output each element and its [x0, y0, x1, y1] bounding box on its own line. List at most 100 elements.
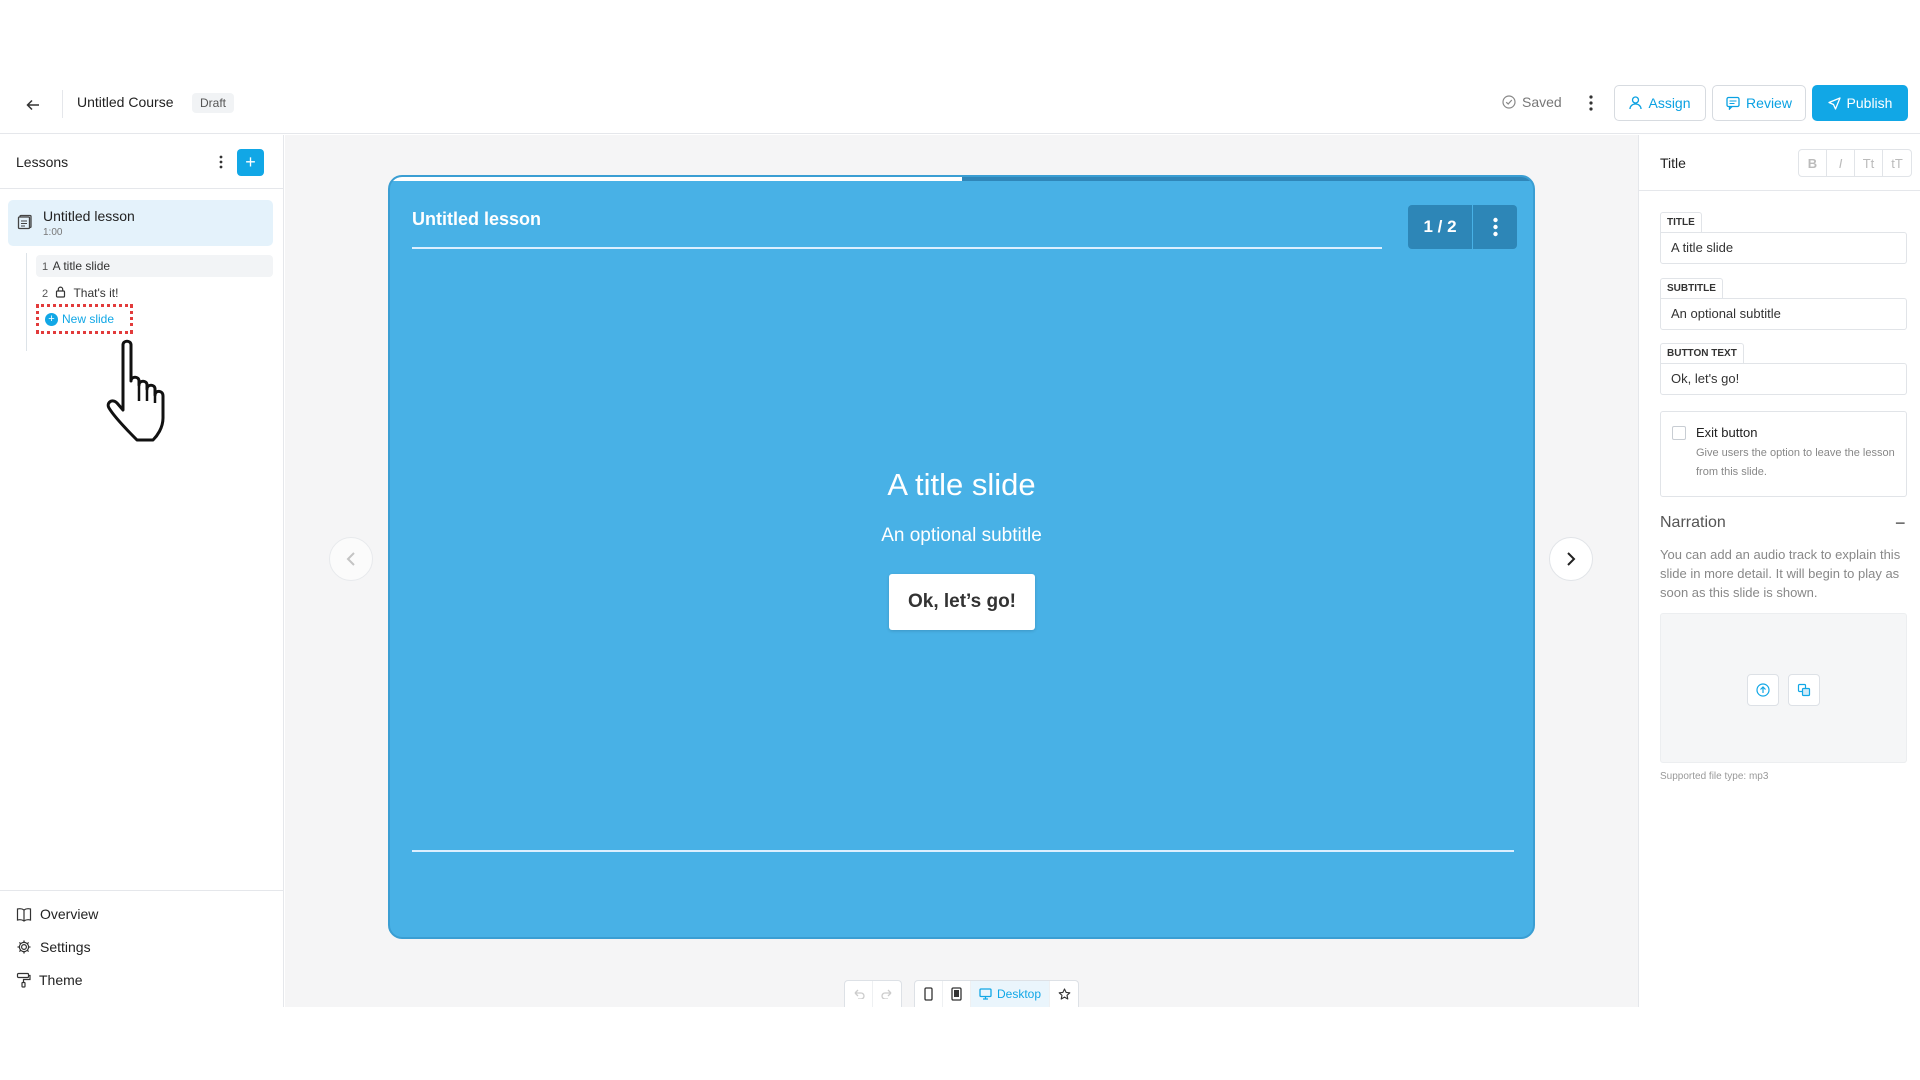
lock-icon: [56, 286, 66, 298]
panel-header: Title B I Tt tT: [1639, 135, 1920, 191]
assign-label: Assign: [1648, 95, 1691, 111]
slide-top-divider: [412, 247, 1382, 249]
library-icon: [1797, 683, 1811, 697]
exit-button-checkbox[interactable]: [1672, 426, 1686, 440]
add-lesson-button[interactable]: +: [237, 149, 264, 176]
slide-label: A title slide: [52, 259, 111, 273]
bold-button[interactable]: B: [1799, 150, 1827, 176]
star-icon[interactable]: [1050, 981, 1078, 1007]
new-slide-button[interactable]: + New slide: [36, 304, 133, 334]
properties-panel: Title B I Tt tT TITLE A title slide SUBT…: [1638, 135, 1920, 1007]
more-options-icon[interactable]: [1582, 90, 1600, 116]
lessons-header: Lessons +: [0, 135, 283, 189]
redo-icon[interactable]: [873, 981, 901, 1007]
slide-item[interactable]: 1 A title slide: [36, 255, 273, 277]
send-icon: [1827, 96, 1841, 110]
slide-heading[interactable]: A title slide: [390, 467, 1533, 503]
slide-start-button[interactable]: Ok, let’s go!: [889, 574, 1035, 630]
button-text-field-label: BUTTON TEXT: [1660, 343, 1744, 363]
lesson-item[interactable]: Untitled lesson 1:00: [8, 200, 273, 246]
back-arrow-icon[interactable]: [20, 92, 46, 118]
lesson-icon: [17, 214, 32, 230]
slide-menu-icon[interactable]: [1473, 205, 1517, 249]
lesson-duration: 1:00: [43, 227, 63, 238]
supported-file-types: Supported file type: mp3: [1660, 771, 1769, 782]
plus-circle-icon: +: [45, 312, 58, 326]
saved-status: Saved: [1502, 94, 1562, 110]
next-slide-button[interactable]: [1549, 537, 1593, 581]
title-input[interactable]: A title slide: [1660, 232, 1907, 264]
review-button[interactable]: Review: [1712, 85, 1806, 121]
publish-label: Publish: [1846, 95, 1893, 111]
gear-icon: [17, 940, 31, 954]
history-group: [844, 980, 902, 1007]
course-editor: Untitled Course Draft Saved Assign Revie…: [0, 0, 1920, 1080]
tablet-icon[interactable]: [943, 981, 971, 1007]
chevron-left-icon: [346, 552, 355, 566]
button-text-input[interactable]: Ok, let's go!: [1660, 363, 1907, 395]
slides-connector: [26, 253, 27, 351]
slide-progress: [390, 177, 1533, 181]
button-text-field: BUTTON TEXT Ok, let's go!: [1660, 343, 1907, 395]
exit-button-option: Exit button Give users the option to lea…: [1660, 411, 1907, 497]
new-slide-label: New slide: [62, 312, 115, 326]
narration-description: You can add an audio track to explain th…: [1660, 547, 1901, 600]
slide-item[interactable]: 2 That's it!: [36, 282, 273, 304]
text-case-button[interactable]: tT: [1883, 150, 1911, 176]
slide-number: 2: [42, 288, 49, 300]
theme-link[interactable]: Theme: [16, 972, 83, 988]
format-buttons: B I Tt tT: [1798, 149, 1912, 177]
slide-bottom-divider: [412, 850, 1514, 852]
desktop-view-button[interactable]: Desktop: [971, 981, 1051, 1007]
media-library-button[interactable]: [1788, 674, 1820, 706]
review-label: Review: [1746, 95, 1792, 111]
upload-icon: [1756, 683, 1770, 697]
exit-button-label: Exit button: [1696, 425, 1758, 440]
lessons-more-icon[interactable]: [214, 151, 228, 173]
previous-slide-button[interactable]: [329, 537, 373, 581]
settings-link[interactable]: Settings: [16, 939, 91, 955]
editor-toolbar: Desktop: [844, 980, 1080, 1007]
subtitle-input[interactable]: An optional subtitle: [1660, 298, 1907, 330]
course-title[interactable]: Untitled Course: [77, 94, 174, 110]
audio-dropzone[interactable]: [1660, 613, 1907, 763]
theme-label: Theme: [39, 972, 83, 988]
status-badge: Draft: [192, 93, 235, 113]
lesson-name: Untitled lesson: [43, 208, 135, 224]
settings-label: Settings: [40, 939, 91, 955]
chevron-right-icon: [1567, 552, 1576, 566]
narration-collapse-toggle[interactable]: −: [1895, 513, 1906, 534]
header-divider: [62, 90, 63, 118]
slide-preview: Untitled lesson 1 / 2 A title slide An o…: [388, 175, 1535, 939]
undo-icon[interactable]: [845, 981, 873, 1007]
title-field-label: TITLE: [1660, 212, 1702, 232]
slide-counter: 1 / 2: [1408, 205, 1472, 249]
narration-title: Narration: [1660, 514, 1726, 531]
lessons-sidebar: Lessons + Untitled lesson 1:00 1 A title…: [0, 135, 284, 1007]
slide-canvas: Untitled lesson 1 / 2 A title slide An o…: [285, 135, 1638, 1007]
slide-subtitle[interactable]: An optional subtitle: [390, 525, 1533, 547]
hand-pointer-icon: [106, 339, 165, 442]
overview-label: Overview: [40, 906, 99, 922]
publish-button[interactable]: Publish: [1812, 85, 1908, 121]
overview-link[interactable]: Overview: [16, 906, 98, 922]
upload-audio-button[interactable]: [1747, 674, 1779, 706]
italic-button[interactable]: I: [1827, 150, 1855, 176]
book-icon: [16, 907, 32, 922]
slide-label: That's it!: [73, 286, 119, 300]
paint-roller-icon: [16, 972, 31, 988]
slide-lesson-title: Untitled lesson: [412, 209, 542, 229]
assign-button[interactable]: Assign: [1614, 85, 1706, 121]
mobile-icon[interactable]: [915, 981, 943, 1007]
exit-button-description: Give users the option to leave the lesso…: [1696, 447, 1895, 478]
top-bar: Untitled Course Draft Saved Assign Revie…: [0, 74, 1920, 134]
comment-icon: [1726, 96, 1740, 110]
subtitle-field-label: SUBTITLE: [1660, 278, 1723, 298]
user-icon: [1629, 96, 1643, 110]
device-group: Desktop: [914, 980, 1080, 1007]
saved-label: Saved: [1522, 94, 1562, 110]
text-size-button[interactable]: Tt: [1855, 150, 1883, 176]
sidebar-footer: Overview Settings Theme: [0, 890, 283, 1007]
check-circle-icon: [1502, 95, 1516, 109]
title-field: TITLE A title slide: [1660, 212, 1907, 264]
